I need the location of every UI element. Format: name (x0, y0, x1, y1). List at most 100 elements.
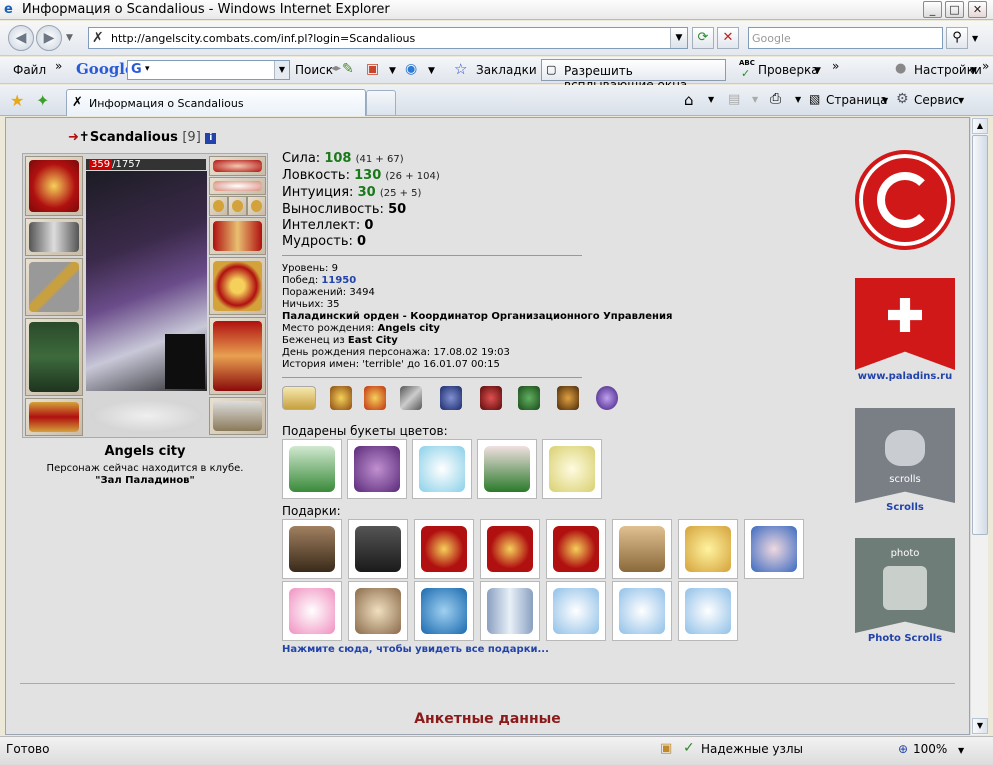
paladins-link[interactable]: www.paladins.ru (850, 371, 960, 382)
page-menu[interactable]: Страница (826, 93, 888, 107)
bookmarks-dropdown-icon[interactable]: ▼ (389, 66, 396, 76)
gift-item[interactable] (546, 519, 606, 579)
home-dropdown-icon[interactable]: ▼ (708, 95, 714, 104)
gift-item[interactable] (678, 519, 738, 579)
armor-slot[interactable] (25, 318, 83, 396)
ring2-slot[interactable] (228, 196, 247, 216)
g-dropdown-icon[interactable]: ▾ (145, 64, 150, 74)
leggings-slot[interactable] (209, 317, 266, 395)
gift-item[interactable] (414, 581, 474, 641)
info-icon[interactable]: i (205, 133, 217, 144)
google-search-button[interactable]: Поиск (295, 63, 333, 77)
search-options-dropdown-icon[interactable]: ▼ (972, 34, 978, 43)
chevron-more-icon[interactable]: » (55, 59, 62, 73)
print-dropdown-icon[interactable]: ▼ (795, 95, 801, 104)
google-bookmarks-icon[interactable]: ▣ (366, 61, 379, 77)
translate-icon[interactable]: ◉ (405, 61, 417, 77)
paladin-badge-icon[interactable] (282, 386, 316, 410)
close-button[interactable]: ✕ (968, 1, 987, 18)
pagerank-icon[interactable]: ✎ (342, 61, 354, 77)
scroll-thumb[interactable] (972, 135, 988, 535)
address-url[interactable]: http://angelscity.combats.com/inf.pl?log… (111, 32, 415, 45)
search-go-button[interactable]: ⚲ (946, 27, 968, 49)
see-all-gifts-link[interactable]: Нажмите сюда, чтобы увидеть все подарки.… (282, 644, 549, 655)
minimize-button[interactable]: _ (923, 1, 942, 18)
boots-slot[interactable] (209, 397, 266, 435)
scroll-down-arrow-icon[interactable]: ▼ (972, 718, 988, 734)
google-search-combo[interactable]: G ▾ ▼ (127, 60, 290, 80)
ring3-slot[interactable] (247, 196, 266, 216)
feeds-dropdown-icon[interactable]: ▼ (752, 95, 758, 104)
vertical-scrollbar[interactable]: ▲ ▼ (970, 117, 988, 735)
flower-item[interactable] (282, 439, 342, 499)
tab-active[interactable]: ✗ Информация о Scandalious (66, 89, 366, 116)
address-bar[interactable]: ✗ http://angelscity.combats.com/inf.pl?l… (88, 27, 688, 49)
photo-scrolls-banner-icon[interactable]: photo (855, 538, 955, 633)
shield-badge-icon[interactable] (480, 386, 502, 410)
gift-item[interactable] (612, 581, 672, 641)
maximize-button[interactable]: □ (945, 1, 964, 18)
photo-scrolls-link[interactable]: Photo Scrolls (850, 633, 960, 644)
transfer-arrow-icon[interactable]: ➜ (68, 130, 79, 145)
gift-item[interactable] (348, 519, 408, 579)
add-favorites-icon[interactable]: ✦ (36, 91, 49, 110)
gift-item[interactable] (744, 519, 804, 579)
new-tab-button[interactable] (366, 90, 396, 115)
gift-item[interactable] (348, 581, 408, 641)
paladins-banner-icon[interactable] (855, 278, 955, 370)
amulet-slot[interactable] (209, 177, 266, 195)
shield-badge-icon[interactable] (557, 386, 579, 410)
shield-slot[interactable] (209, 257, 266, 315)
ring1-slot[interactable] (209, 196, 228, 216)
earrings-slot[interactable] (209, 156, 266, 176)
refresh-button[interactable]: ⟳ (692, 27, 714, 49)
aries-logo-icon[interactable] (855, 150, 955, 250)
medal-icon[interactable] (330, 386, 352, 410)
flower-item[interactable] (542, 439, 602, 499)
back-button[interactable]: ◀ (8, 25, 34, 51)
scrolls-link[interactable]: Scrolls (850, 502, 960, 513)
privacy-icon[interactable]: ▣ (660, 741, 672, 756)
flower-item[interactable] (412, 439, 472, 499)
weapon-slot[interactable] (25, 258, 83, 316)
zoom-level[interactable]: 100% (913, 742, 947, 756)
scrolls-banner-icon[interactable]: scrolls (855, 408, 955, 503)
forward-button[interactable]: ▶ (36, 25, 62, 51)
print-icon[interactable]: ⎙ (770, 91, 781, 107)
gift-item[interactable] (282, 519, 342, 579)
service-dropdown-icon[interactable]: ▼ (958, 96, 964, 105)
toolbar-overflow-icon[interactable]: » (982, 59, 989, 73)
stop-button[interactable]: ✕ (717, 27, 739, 49)
gift-item[interactable] (480, 581, 540, 641)
favorites-star-icon[interactable]: ★ (10, 91, 24, 110)
service-menu[interactable]: Сервис (914, 93, 959, 107)
bracers-slot[interactable] (25, 218, 83, 256)
gift-item[interactable] (480, 519, 540, 579)
shield-badge-icon[interactable] (440, 386, 462, 410)
scroll-up-arrow-icon[interactable]: ▲ (972, 118, 988, 134)
gift-item[interactable] (612, 519, 672, 579)
gift-item[interactable] (414, 519, 474, 579)
search-input[interactable]: Google (748, 27, 943, 49)
gift-item[interactable] (678, 581, 738, 641)
bookmarks-button[interactable]: Закладки (476, 63, 537, 77)
flower-item[interactable] (477, 439, 537, 499)
flower-item[interactable] (347, 439, 407, 499)
orb-badge-icon[interactable] (596, 386, 618, 410)
settings-dropdown-icon[interactable]: ▼ (970, 66, 977, 76)
medal-icon[interactable] (364, 386, 386, 410)
allow-popups-button[interactable]: ▢ Разрешить всплывающие окна (541, 59, 726, 92)
address-dropdown-icon[interactable]: ▼ (670, 28, 687, 48)
gift-item[interactable] (282, 581, 342, 641)
combo-dropdown-icon[interactable]: ▼ (274, 61, 289, 79)
file-menu[interactable]: Файл (13, 63, 46, 77)
history-dropdown-icon[interactable]: ▼ (66, 33, 73, 43)
page-dropdown-icon[interactable]: ▼ (882, 96, 888, 105)
translate-dropdown-icon[interactable]: ▼ (428, 66, 435, 76)
helmet-slot[interactable] (25, 156, 83, 216)
security-zone[interactable]: Надежные узлы (701, 742, 803, 756)
spellcheck-button[interactable]: Проверка (758, 63, 819, 77)
gloves-slot[interactable] (209, 217, 266, 255)
zoom-dropdown-icon[interactable]: ▼ (958, 746, 964, 755)
spellcheck-dropdown-icon[interactable]: ▼ (814, 66, 821, 76)
